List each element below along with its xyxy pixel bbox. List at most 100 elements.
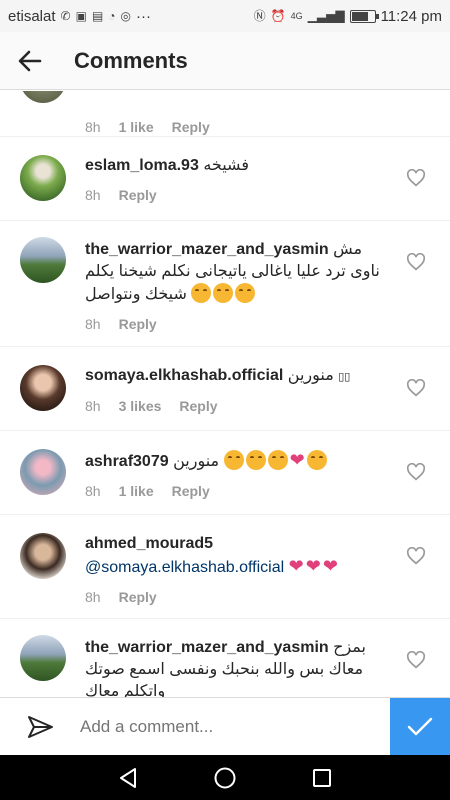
like-heart-icon[interactable] bbox=[406, 253, 426, 271]
comment-time: 8h bbox=[85, 589, 101, 605]
reply-button[interactable]: Reply bbox=[179, 398, 217, 414]
kiss-face-emoji bbox=[191, 283, 212, 303]
comment-text: the_warrior_mazer_and_yasmin مش ناوى ترد… bbox=[85, 239, 390, 306]
mention-link[interactable]: @somaya.elkhashab.official bbox=[85, 559, 284, 576]
circle-home-icon bbox=[214, 767, 236, 788]
likes-count[interactable]: 1 like bbox=[119, 119, 154, 135]
clock: 11:24 pm bbox=[380, 7, 442, 25]
instagram-icon: ◎ bbox=[120, 9, 132, 23]
triangle-back-icon bbox=[120, 767, 137, 788]
comment-meta: 8h 3 likes Reply bbox=[85, 398, 390, 414]
avatar[interactable] bbox=[20, 449, 66, 495]
comment-list[interactable]: 8h 1 like Reply eslam_loma.93 فشيخه 8h R… bbox=[0, 91, 450, 697]
direct-share-button[interactable] bbox=[0, 698, 80, 756]
heart-emoji: ❤ bbox=[289, 450, 305, 470]
comment-time: 8h bbox=[85, 187, 101, 203]
reply-button[interactable]: Reply bbox=[172, 119, 210, 135]
alarm-icon: ⏰ bbox=[270, 9, 286, 23]
comment-meta: 8h Reply bbox=[85, 589, 390, 605]
header: Comments bbox=[0, 32, 450, 90]
comment-input-bar bbox=[0, 697, 450, 756]
heart-emoji: ❤ bbox=[288, 556, 304, 576]
like-heart-icon[interactable] bbox=[406, 547, 426, 565]
heart-eyes-emoji bbox=[245, 450, 266, 470]
comment-username[interactable]: ashraf3079 bbox=[85, 453, 169, 470]
likes-count[interactable]: 1 like bbox=[119, 483, 154, 499]
comment-item: the_warrior_mazer_and_yasmin بمزح معاك ب… bbox=[0, 619, 450, 697]
comment-username[interactable]: somaya.elkhashab.official bbox=[85, 367, 283, 384]
like-heart-icon[interactable] bbox=[406, 463, 426, 481]
unsupported-glyph-icon: ▯▯ bbox=[338, 371, 351, 383]
comment-username[interactable]: the_warrior_mazer_and_yasmin bbox=[85, 241, 329, 258]
comment-text: ashraf3079 منورين ❤ bbox=[85, 449, 390, 473]
reply-button[interactable]: Reply bbox=[119, 589, 157, 605]
like-heart-icon[interactable] bbox=[406, 651, 426, 669]
comment-text: the_warrior_mazer_and_yasmin بمزح معاك ب… bbox=[85, 637, 390, 697]
comment-time: 8h bbox=[85, 398, 101, 414]
smiling-face-emoji bbox=[213, 283, 234, 303]
comment-time: 8h bbox=[85, 483, 101, 499]
network-type: 4G bbox=[290, 11, 303, 21]
comment-username[interactable]: the_warrior_mazer_and_yasmin bbox=[85, 639, 329, 656]
comment-item: ashraf3079 منورين ❤ 8h 1 like Reply bbox=[0, 431, 450, 515]
comment-text: ahmed_mourad5 @somaya.elkhashab.official… bbox=[85, 533, 390, 579]
image-icon: ▣ bbox=[75, 9, 87, 23]
heart-emoji: ❤ bbox=[305, 556, 321, 576]
comment-body: منورين bbox=[173, 453, 220, 470]
comment-meta: 8h Reply bbox=[85, 187, 390, 203]
comment-item: eslam_loma.93 فشيخه 8h Reply bbox=[0, 137, 450, 221]
likes-count[interactable]: 3 likes bbox=[119, 398, 162, 414]
comment-time: 8h bbox=[85, 316, 101, 332]
messenger-icon: ◔ bbox=[108, 9, 116, 23]
checkmark-icon bbox=[407, 717, 433, 736]
heart-eyes-emoji bbox=[267, 450, 288, 470]
comment-body: منورين bbox=[287, 367, 334, 384]
avatar[interactable] bbox=[20, 533, 66, 579]
photo-icon: ▤ bbox=[91, 9, 104, 23]
comment-meta: 8h Reply bbox=[85, 316, 390, 332]
avatar[interactable] bbox=[20, 635, 66, 681]
comment-item: 8h 1 like Reply bbox=[0, 91, 450, 137]
like-heart-icon[interactable] bbox=[406, 379, 426, 397]
paper-plane-icon bbox=[28, 715, 53, 738]
reply-button[interactable]: Reply bbox=[172, 483, 210, 499]
heart-eyes-emoji bbox=[223, 450, 244, 470]
avatar[interactable] bbox=[20, 365, 66, 411]
avatar[interactable] bbox=[20, 91, 66, 103]
back-button[interactable] bbox=[0, 32, 60, 90]
system-nav-bar bbox=[0, 755, 450, 800]
comment-meta: 8h 1 like Reply bbox=[85, 483, 390, 499]
nav-home-button[interactable] bbox=[205, 758, 245, 798]
battery-icon bbox=[349, 9, 379, 23]
comment-username[interactable]: eslam_loma.93 bbox=[85, 157, 199, 174]
comment-body: فشيخه bbox=[203, 157, 249, 174]
post-comment-button[interactable] bbox=[390, 698, 450, 756]
status-bar: etisalat ✆ ▣ ▤ ◔ ◎ ··· Ⓝ ⏰ 4G ▁▃▅▇ 11:24… bbox=[0, 0, 450, 32]
comment-item: ahmed_mourad5 @somaya.elkhashab.official… bbox=[0, 515, 450, 619]
nfc-icon: Ⓝ bbox=[253, 9, 266, 23]
more-notifications-icon: ··· bbox=[136, 7, 152, 25]
comment-time: 8h bbox=[85, 119, 101, 135]
comment-meta: 8h 1 like Reply bbox=[85, 119, 390, 135]
square-recents-icon bbox=[312, 768, 331, 787]
whatsapp-icon: ✆ bbox=[60, 9, 71, 23]
smiling-face-emoji bbox=[306, 450, 327, 470]
comment-item: the_warrior_mazer_and_yasmin مش ناوى ترد… bbox=[0, 221, 450, 347]
smiling-face-emoji bbox=[235, 283, 256, 303]
arrow-left-icon bbox=[18, 50, 42, 71]
page-title: Comments bbox=[74, 47, 188, 73]
comment-username[interactable]: ahmed_mourad5 bbox=[85, 535, 213, 552]
heart-emoji: ❤ bbox=[322, 556, 338, 576]
comment-text: eslam_loma.93 فشيخه bbox=[85, 155, 390, 177]
nav-back-button[interactable] bbox=[108, 758, 148, 798]
comment-item: somaya.elkhashab.official منورين ▯▯ 8h 3… bbox=[0, 347, 450, 431]
comment-input[interactable] bbox=[80, 716, 380, 737]
carrier-name: etisalat bbox=[8, 7, 56, 25]
like-heart-icon[interactable] bbox=[406, 169, 426, 187]
signal-icon: ▁▃▅▇ bbox=[307, 9, 345, 23]
reply-button[interactable]: Reply bbox=[119, 187, 157, 203]
avatar[interactable] bbox=[20, 237, 66, 283]
avatar[interactable] bbox=[20, 155, 66, 201]
nav-recents-button[interactable] bbox=[302, 758, 342, 798]
reply-button[interactable]: Reply bbox=[119, 316, 157, 332]
